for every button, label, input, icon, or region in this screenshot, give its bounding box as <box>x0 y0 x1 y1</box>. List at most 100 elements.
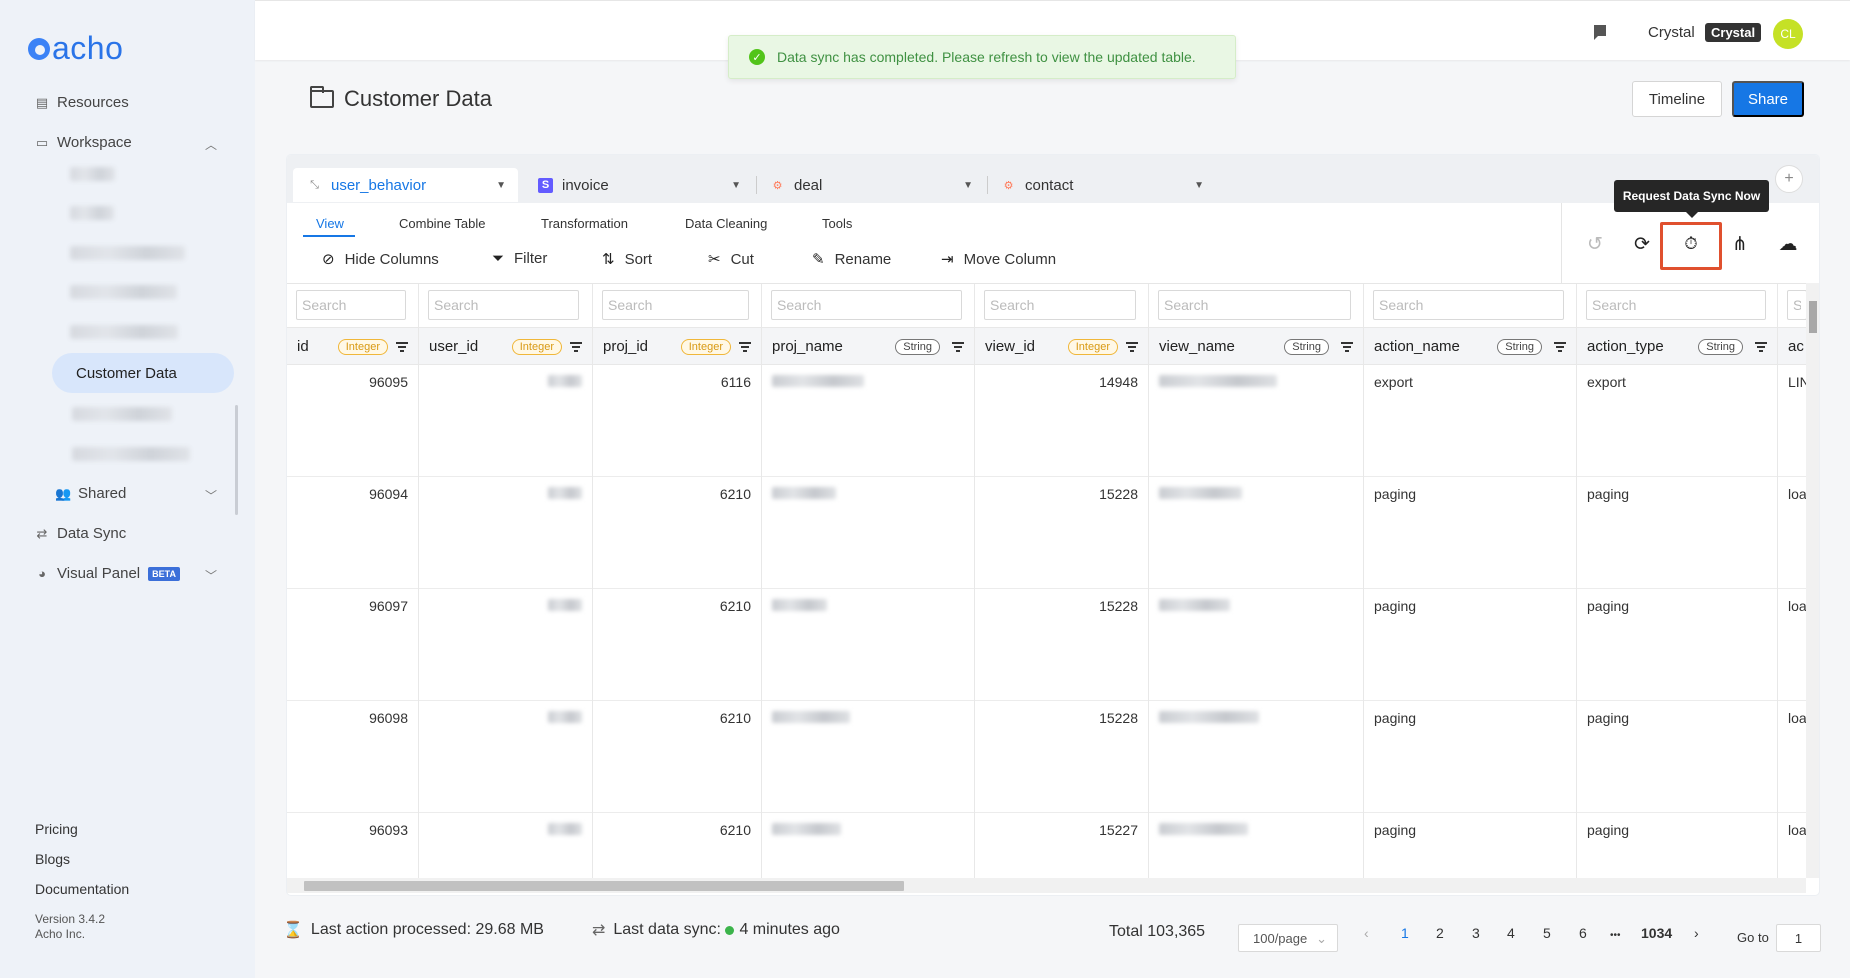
column-header[interactable]: action_type String <box>1577 327 1777 365</box>
table-cell[interactable]: LIN <box>1778 366 1806 477</box>
table-cell[interactable]: loa <box>1778 702 1806 813</box>
table-cell[interactable]: 96094 <box>287 478 418 589</box>
column-header[interactable]: proj_name String <box>762 327 974 365</box>
table-cell[interactable] <box>419 814 592 878</box>
tab-tools[interactable]: Tools <box>822 216 852 231</box>
column-header[interactable]: id Integer <box>287 327 418 365</box>
tab-user-behavior[interactable]: ⤡ user_behavior ▼ <box>293 168 518 202</box>
column-header[interactable]: view_id Integer <box>975 327 1148 365</box>
blogs-link[interactable]: Blogs <box>35 851 70 867</box>
table-cell[interactable]: 96095 <box>287 366 418 477</box>
tab-contact[interactable]: ⚙ contact ▼ <box>1001 168 1216 202</box>
search-input[interactable] <box>302 297 400 313</box>
hide-columns-button[interactable]: ⊘ Hide Columns <box>322 250 439 269</box>
workspace-folder[interactable] <box>72 407 172 421</box>
tab-transformation[interactable]: Transformation <box>541 216 628 231</box>
workspace-folder[interactable] <box>70 246 185 260</box>
column-search-input[interactable] <box>1373 290 1564 320</box>
table-cell[interactable]: 96093 <box>287 814 418 878</box>
table-cell[interactable] <box>419 478 592 589</box>
table-cell[interactable]: paging <box>1364 814 1576 878</box>
type-badge[interactable]: String <box>895 339 940 355</box>
table-cell[interactable] <box>762 478 974 589</box>
table-cell[interactable]: 96097 <box>287 590 418 701</box>
table-cell[interactable] <box>1149 478 1363 589</box>
rename-button[interactable]: ✎ Rename <box>812 250 891 269</box>
lineage-icon[interactable]: ⋔ <box>1728 232 1752 256</box>
next-page-icon[interactable]: › <box>1694 925 1699 941</box>
type-badge[interactable]: String <box>1497 339 1542 355</box>
table-cell[interactable] <box>762 814 974 878</box>
table-cell[interactable] <box>762 590 974 701</box>
sort-button[interactable]: ⇅ Sort <box>602 250 652 269</box>
vertical-scrollbar[interactable] <box>1806 283 1819 878</box>
table-cell[interactable]: 14948 <box>975 366 1148 477</box>
table-cell[interactable] <box>419 366 592 477</box>
type-badge[interactable]: Integer <box>511 339 562 355</box>
table-cell[interactable]: 15228 <box>975 590 1148 701</box>
goto-input[interactable]: 1 <box>1776 924 1821 952</box>
table-cell[interactable] <box>762 702 974 813</box>
table-cell[interactable]: 15228 <box>975 702 1148 813</box>
column-menu-icon[interactable] <box>1755 342 1767 352</box>
scrollbar-thumb[interactable] <box>1809 301 1817 333</box>
table-cell[interactable] <box>419 702 592 813</box>
sidebar-item-customer-data[interactable]: Customer Data <box>52 353 234 393</box>
workspace-folder[interactable] <box>70 285 177 299</box>
sidebar-scrollbar[interactable] <box>235 405 238 515</box>
column-search-input[interactable] <box>1158 290 1351 320</box>
column-search-input[interactable] <box>1787 290 1806 320</box>
column-header[interactable]: action_name String <box>1364 327 1576 365</box>
column-header[interactable]: user_id Integer <box>419 327 592 365</box>
column-search-input[interactable] <box>428 290 579 320</box>
column-header[interactable]: proj_id Integer <box>593 327 761 365</box>
documentation-link[interactable]: Documentation <box>35 881 129 897</box>
search-input[interactable] <box>608 297 743 313</box>
workspace-folder[interactable] <box>70 206 114 220</box>
type-badge[interactable]: String <box>1698 339 1743 355</box>
type-badge[interactable]: String <box>1284 339 1329 355</box>
page-2[interactable]: 2 <box>1436 925 1444 941</box>
page-size-select[interactable]: 100/page ⌄ <box>1238 924 1338 952</box>
caret-down-icon[interactable]: ▼ <box>963 180 973 191</box>
table-cell[interactable] <box>1149 702 1363 813</box>
page-ellipsis[interactable]: ••• <box>1610 930 1621 941</box>
sidebar-item-shared[interactable]: 👥 Shared <box>55 485 126 502</box>
timeline-button[interactable]: Timeline <box>1632 81 1722 117</box>
move-column-button[interactable]: ⇥ Move Column <box>941 250 1056 269</box>
table-cell[interactable]: paging <box>1577 590 1777 701</box>
table-cell[interactable] <box>419 590 592 701</box>
table-cell[interactable]: loa <box>1778 478 1806 589</box>
caret-down-icon[interactable]: ▼ <box>1194 180 1204 191</box>
undo-icon[interactable]: ↺ <box>1583 232 1607 256</box>
avatar[interactable]: CL <box>1773 19 1803 49</box>
column-menu-icon[interactable] <box>739 342 751 352</box>
table-cell[interactable] <box>762 366 974 477</box>
type-badge[interactable]: Integer <box>1067 339 1118 355</box>
column-search-input[interactable] <box>602 290 749 320</box>
search-input[interactable] <box>434 297 573 313</box>
flag-icon[interactable] <box>1592 24 1608 42</box>
workspace-folder[interactable] <box>70 325 178 339</box>
column-menu-icon[interactable] <box>952 342 964 352</box>
column-menu-icon[interactable] <box>570 342 582 352</box>
table-cell[interactable] <box>1149 590 1363 701</box>
column-menu-icon[interactable] <box>1554 342 1566 352</box>
chevron-down-icon[interactable]: ﹀ <box>205 567 217 584</box>
page-4[interactable]: 4 <box>1507 925 1515 941</box>
page-6[interactable]: 6 <box>1579 925 1587 941</box>
table-cell[interactable]: 6210 <box>593 702 761 813</box>
cut-button[interactable]: ✂ Cut <box>708 250 754 269</box>
table-cell[interactable]: 6210 <box>593 590 761 701</box>
table-cell[interactable] <box>1149 814 1363 878</box>
workspace-folder[interactable] <box>72 447 190 461</box>
page-5[interactable]: 5 <box>1543 925 1551 941</box>
table-cell[interactable]: export <box>1364 366 1576 477</box>
tab-combine-table[interactable]: Combine Table <box>399 216 485 231</box>
page-3[interactable]: 3 <box>1472 925 1480 941</box>
table-cell[interactable]: 15227 <box>975 814 1148 878</box>
table-cell[interactable]: 15228 <box>975 478 1148 589</box>
filter-button[interactable]: ⏷ Filter <box>492 250 547 267</box>
tab-deal[interactable]: ⚙ deal ▼ <box>770 168 985 202</box>
tab-data-cleaning[interactable]: Data Cleaning <box>685 216 767 231</box>
